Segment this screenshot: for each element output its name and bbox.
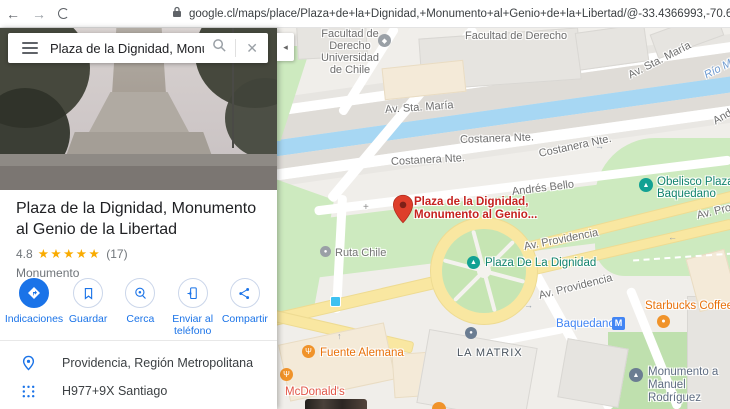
place-header: Plaza de la Dignidad, Monumento al Genio… [0, 190, 277, 280]
nearby-button[interactable]: Cerca [114, 278, 166, 337]
map-label-starbucks[interactable]: Starbucks Coffee [645, 300, 730, 312]
photo-thumbnail[interactable] [305, 399, 367, 409]
cross-marker-icon: + [363, 202, 369, 213]
send-to-phone-label: Enviar al teléfono [172, 313, 214, 337]
oneway-arrow-icon: → [524, 300, 533, 310]
rating-row[interactable]: 4.8 ★★★★★ (17) [16, 246, 261, 262]
monumento-mr-icon[interactable]: ▲ [629, 368, 643, 382]
starbucks-icon[interactable]: ● [657, 315, 670, 328]
reload-icon[interactable] [58, 8, 69, 19]
map-building [557, 338, 629, 408]
la-matrix-icon[interactable]: ● [465, 327, 477, 339]
place-title: Plaza de la Dignidad, Monumento al Genio… [16, 200, 257, 238]
place-pin-label-line2[interactable]: Monumento al Genio... [414, 209, 537, 221]
ground-art [0, 166, 277, 190]
rating-value: 4.8 [16, 246, 33, 261]
lock-icon[interactable] [172, 5, 182, 23]
fuente-alemana-icon[interactable]: Ψ [302, 345, 315, 358]
map-label-av-providencia-2: Av. Providencia [537, 271, 614, 302]
ruta-chile-icon[interactable]: ● [320, 246, 331, 257]
map-label-costanera-1: Costanera Nte. [459, 131, 535, 146]
place-pin-icon[interactable] [392, 194, 414, 224]
back-icon[interactable]: ← [0, 6, 26, 22]
map-label-obelisco[interactable]: Obelisco Plaza Baquedano [657, 176, 730, 200]
menu-icon[interactable] [22, 39, 38, 57]
map-label-la-matrix[interactable]: LA MATRIX [457, 347, 523, 359]
share-label: Compartir [221, 313, 268, 325]
plaza-dignidad-icon[interactable]: ▲ [467, 256, 480, 269]
bookmark-icon [73, 278, 104, 308]
map-label-fuente-alemana[interactable]: Fuente Alemana [320, 347, 404, 359]
search-input[interactable] [50, 40, 205, 56]
map-label-facultad-derecho[interactable]: Facultad de Derecho [465, 30, 567, 42]
directions-icon [19, 278, 49, 308]
browser-toolbar: ← → google.cl/maps/place/Plaza+de+la+Dig… [0, 0, 730, 28]
divider [0, 340, 277, 341]
map-label-monumento-mr[interactable]: Monumento a Manuel Rodríguez [648, 366, 730, 405]
directions-button[interactable]: Indicaciones [4, 278, 64, 337]
plus-code-text: H977+9X Santiago [62, 384, 168, 398]
place-pin-label-line1[interactable]: Plaza de la Dignidad, [414, 196, 528, 208]
oneway-arrow-icon: ↑ [337, 331, 342, 341]
oneway-arrow-icon: ← [668, 232, 677, 242]
mcdonalds-icon[interactable]: Ψ [280, 368, 293, 381]
search-icon[interactable] [212, 38, 227, 58]
review-count[interactable]: (17) [106, 247, 127, 261]
poi-pin-icon[interactable] [432, 402, 446, 409]
university-icon[interactable]: ◆ [378, 34, 391, 47]
address-row[interactable]: Providencia, Región Metropolitana [0, 350, 277, 376]
map-label-baquedano[interactable]: Baquedano [556, 318, 615, 330]
nearby-label: Cerca [126, 313, 155, 325]
plus-code-row[interactable]: H977+9X Santiago [0, 378, 277, 404]
divider [235, 39, 237, 57]
map-label-ruta-chile[interactable]: Ruta Chile [335, 247, 386, 259]
share-button[interactable]: Compartir [219, 278, 271, 337]
left-triangle-icon: ◂ [283, 41, 288, 52]
phone-icon [177, 278, 208, 308]
save-label: Guardar [68, 313, 108, 325]
plus-code-icon [16, 384, 40, 399]
map-canvas[interactable]: ← → → ↑ Facultad de Derecho Universidad … [277, 28, 730, 409]
close-icon[interactable]: ✕ [246, 40, 258, 57]
map-label-facultad-universidad[interactable]: Facultad de Derecho Universidad de Chile [315, 28, 385, 76]
nearby-icon [125, 278, 156, 308]
search-box: ✕ [8, 33, 268, 63]
send-to-phone-button[interactable]: Enviar al teléfono [167, 278, 219, 337]
metro-m-icon[interactable]: M [612, 317, 625, 330]
hours-row[interactable]: Abierto ahora: Abierto las 24 horas [0, 404, 277, 409]
directions-label: Indicaciones [4, 313, 64, 325]
location-pin-icon [16, 355, 40, 371]
monument-base-art [88, 92, 190, 134]
bus-stop-icon[interactable] [330, 296, 341, 307]
address-text: Providencia, Región Metropolitana [62, 356, 254, 370]
map-label-mcdonalds[interactable]: McDonald's [285, 386, 345, 398]
map-label-costanera-3: Costanera Nte. [390, 152, 466, 168]
share-icon [229, 278, 260, 308]
panel-collapse-button[interactable]: ◂ [277, 33, 294, 61]
forward-icon[interactable]: → [26, 6, 52, 22]
star-rating-icons: ★★★★★ [37, 247, 102, 261]
monument-plinth-art [66, 132, 212, 156]
save-button[interactable]: Guardar [62, 278, 114, 337]
google-maps-window: ← → google.cl/maps/place/Plaza+de+la+Dig… [0, 0, 730, 409]
obelisco-icon[interactable]: ▲ [639, 178, 653, 192]
action-bar: Indicaciones Guardar Cerca Enviar al tel… [0, 278, 277, 337]
map-label-plaza-dignidad[interactable]: Plaza De La Dignidad [485, 257, 596, 269]
url-text[interactable]: google.cl/maps/place/Plaza+de+la+Dignida… [189, 8, 730, 20]
place-panel: ✕ Plaza de la Dignidad, Monumento al Gen… [0, 28, 277, 409]
